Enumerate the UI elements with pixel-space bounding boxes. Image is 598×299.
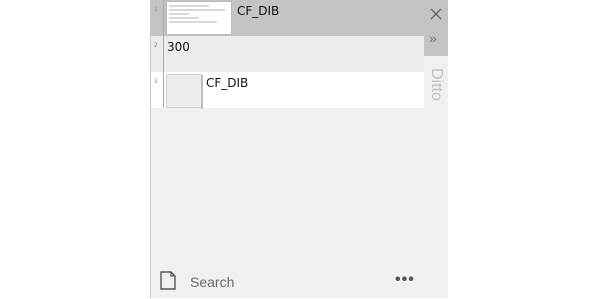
search-input[interactable] (190, 272, 370, 292)
bottom-bar: ••• (151, 262, 424, 298)
clip-label: 300 (167, 40, 190, 54)
clip-index: 3 (154, 78, 158, 85)
clip-thumbnail (166, 1, 232, 35)
clip-index: 1 (154, 6, 158, 13)
row-gutter (163, 36, 164, 72)
clip-row-2[interactable]: 2 300 (151, 36, 424, 72)
side-panel: » Ditto (424, 0, 448, 298)
row-gutter (163, 72, 164, 108)
close-icon[interactable] (429, 7, 443, 21)
clip-list: 1 CF_DIB 2 300 3 CF_DIB (151, 0, 424, 262)
app-title: Ditto (428, 68, 445, 101)
clip-thumbnail (166, 74, 203, 109)
ditto-window: 1 CF_DIB 2 300 3 CF_DIB » Ditto Search •… (150, 0, 448, 298)
double-chevron-right-icon[interactable]: » (429, 30, 437, 46)
clip-row-3[interactable]: 3 CF_DIB (151, 72, 424, 109)
more-options-icon[interactable]: ••• (395, 271, 415, 289)
row-gutter (163, 0, 164, 36)
clip-row-1[interactable]: 1 CF_DIB (151, 0, 424, 36)
clip-index: 2 (154, 42, 158, 49)
clip-label: CF_DIB (206, 76, 249, 90)
clip-label: CF_DIB (237, 4, 280, 18)
document-icon[interactable] (160, 271, 176, 290)
